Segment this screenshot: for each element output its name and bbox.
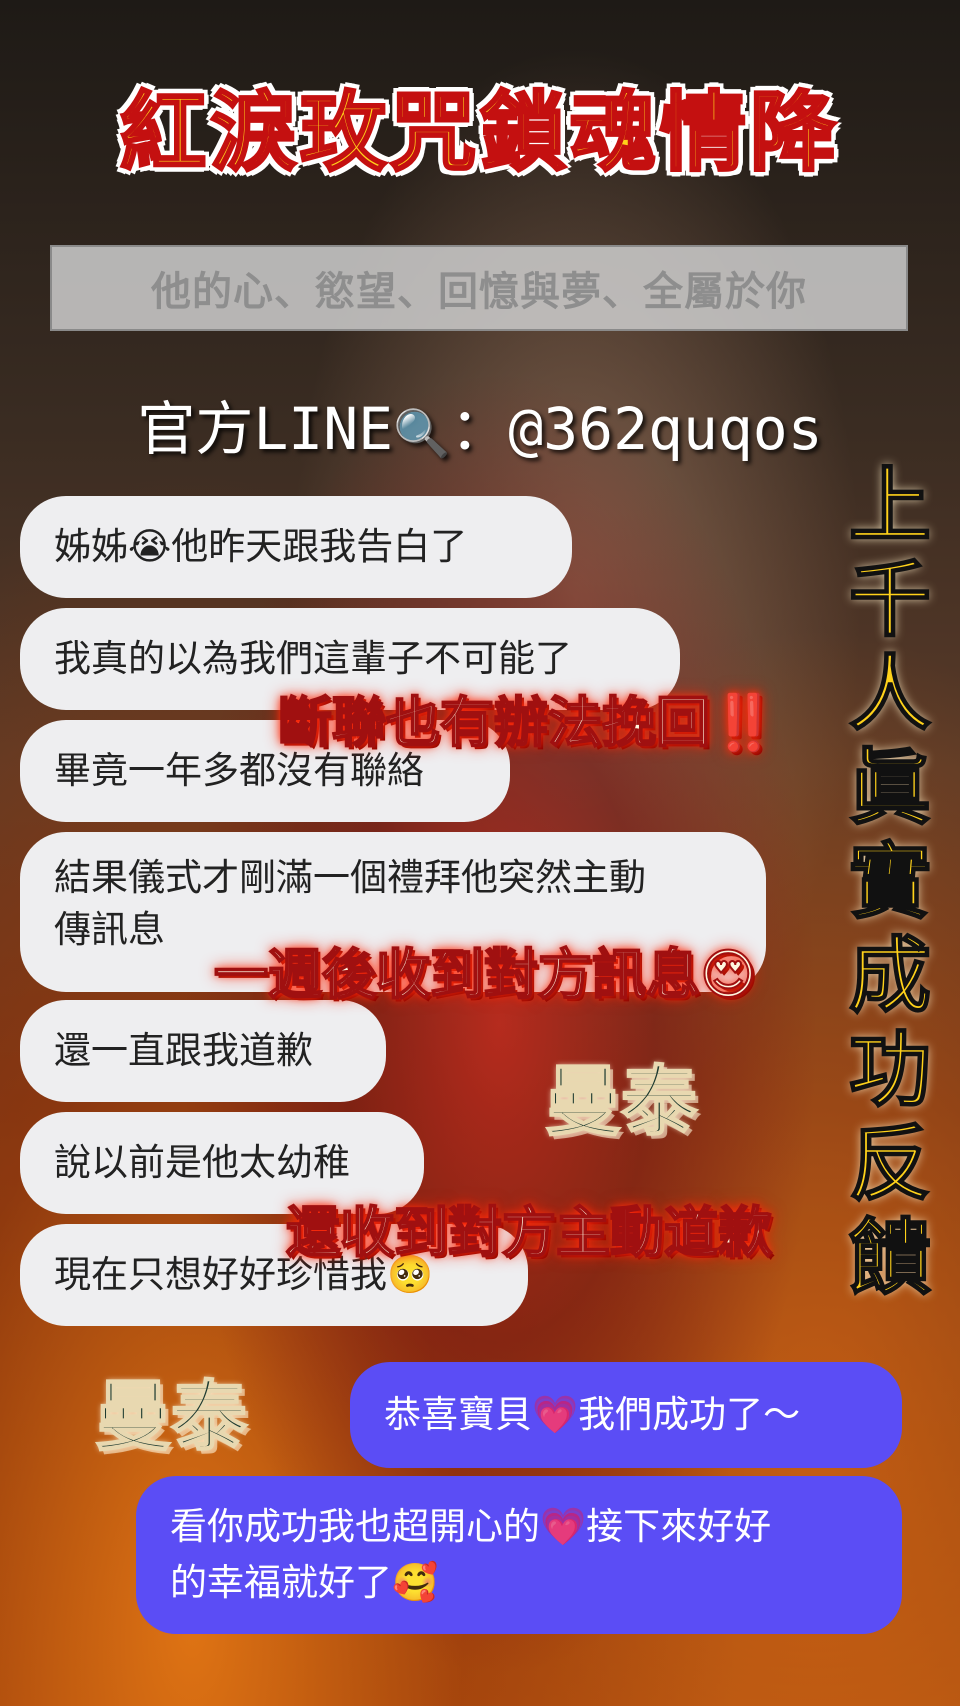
vertical-banner-char: 眞 — [848, 741, 932, 837]
subtitle-banner: 他的心、慾望、回憶與夢、全屬於你 — [50, 245, 908, 331]
magnifier-icon: 🔍 — [393, 406, 451, 460]
message-text-line2: 傳訊息 — [54, 908, 165, 951]
line-prefix: 官方LINE — [137, 395, 394, 463]
overlay-caption-message: 一週後收到對方訊息😍 — [213, 942, 757, 1007]
vertical-feedback-banner: 上千人眞實成功反饋 — [840, 459, 940, 1307]
vertical-banner-char: 反 — [848, 1117, 932, 1213]
vertical-banner-char: 實 — [848, 835, 932, 931]
vertical-banner-char: 功 — [848, 1023, 932, 1119]
vertical-banner-char: 千 — [848, 553, 932, 649]
incoming-message: 姊姊😭他昨天跟我告白了 — [20, 496, 572, 598]
vertical-banner-char: 饋 — [848, 1211, 932, 1307]
subtitle-text: 他的心、慾望、回憶與夢、全屬於你 — [151, 269, 807, 315]
message-text: 姊姊😭他昨天跟我告白了 — [54, 525, 468, 568]
line-id-value: @362quqos — [508, 395, 823, 463]
message-text: 恭喜寶貝💗我們成功了～ — [384, 1393, 801, 1436]
page-title: 紅淚玫咒鎖魂情降 — [119, 82, 840, 185]
message-text-line2: 的幸福就好了🥰 — [170, 1561, 439, 1604]
vertical-banner-char: 人 — [848, 647, 932, 743]
watermark-logo: 曼泰 — [544, 1056, 698, 1147]
message-text-line1: 結果儀式才剛滿一個禮拜他突然主動 — [54, 856, 646, 899]
vertical-banner-char: 成 — [848, 929, 932, 1025]
overlay-caption-recover: 斷聯也有辦法挽回‼️ — [277, 690, 778, 755]
message-text: 說以前是他太幼稚 — [54, 1141, 350, 1184]
message-text-line1: 看你成功我也超開心的💗接下來好好 — [170, 1505, 772, 1548]
watermark-logo: 曼泰 — [94, 1371, 248, 1462]
line-id-banner: 官方LINE🔍：@362quqos — [0, 382, 960, 466]
outgoing-message: 恭喜寶貝💗我們成功了～ — [350, 1362, 902, 1468]
message-text: 還一直跟我道歉 — [54, 1029, 313, 1072]
vertical-banner-char: 上 — [848, 459, 932, 555]
overlay-caption-apology: 還收到對方主動道歉 — [285, 1200, 773, 1265]
incoming-message: 還一直跟我道歉 — [20, 1000, 386, 1102]
outgoing-message: 看你成功我也超開心的💗接下來好好 的幸福就好了🥰 — [136, 1476, 902, 1634]
line-separator: ： — [450, 395, 509, 463]
